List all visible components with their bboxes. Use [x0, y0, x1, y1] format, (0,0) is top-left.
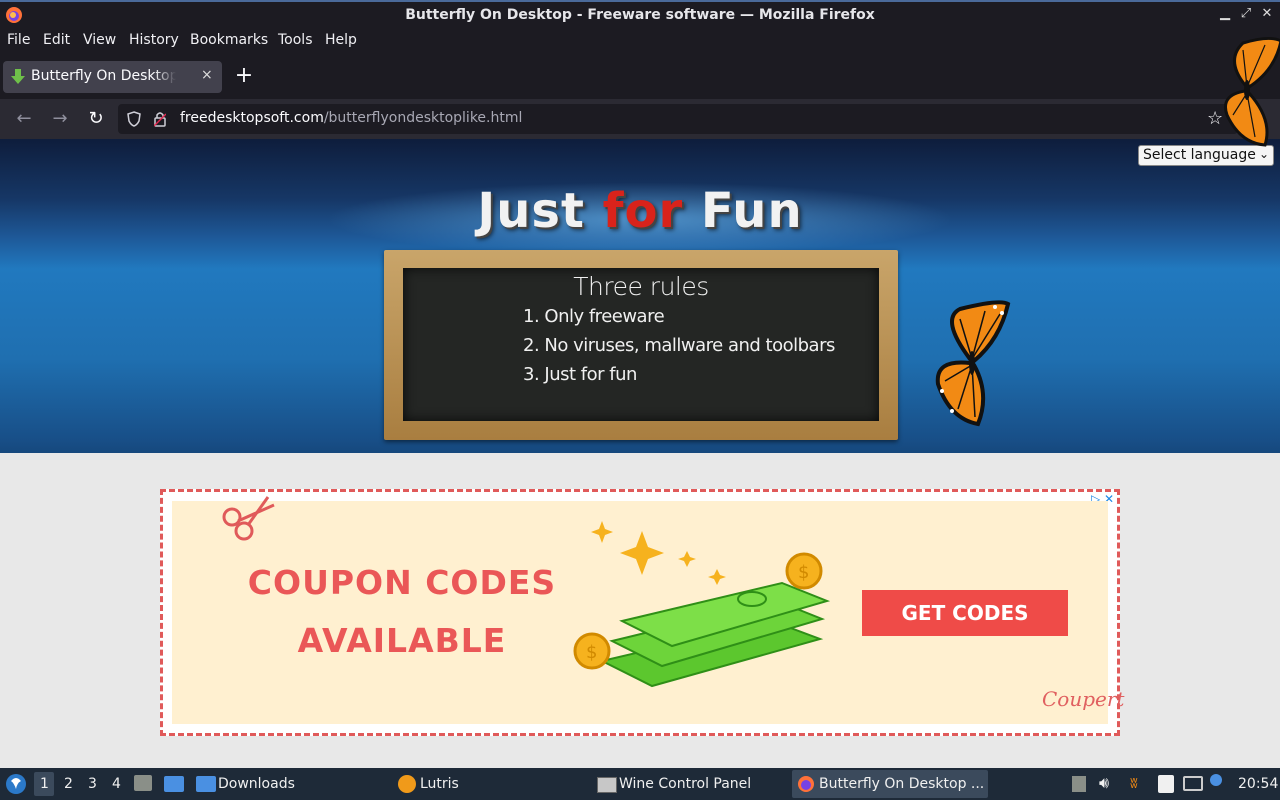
taskbar-item-firefox[interactable]: Butterfly On Desktop ... — [792, 770, 988, 798]
clipboard-icon[interactable] — [1072, 776, 1086, 792]
download-favicon-icon — [11, 69, 25, 84]
notes-icon[interactable] — [1158, 775, 1174, 793]
forward-icon[interactable]: → — [50, 109, 70, 129]
rule-item: 2. No viruses, mallware and toolbars — [523, 335, 835, 356]
insecure-lock-icon[interactable] — [154, 111, 166, 127]
coupon-advertisement[interactable]: ▷ ✕ COUPON CODES AVAILABLE $ $ GET CODES… — [160, 489, 1124, 736]
chalkboard: Three rules 1. Only freeware 2. No virus… — [384, 250, 898, 440]
chalkboard-surface: Three rules 1. Only freeware 2. No virus… — [403, 268, 879, 421]
butterfly-tray-icon[interactable]: ʬ — [1130, 774, 1138, 792]
window-title: Butterfly On Desktop - Freeware software… — [405, 7, 875, 23]
close-icon[interactable]: ✕ — [1259, 6, 1275, 22]
ad-headline-2: AVAILABLE — [297, 621, 507, 660]
workspace-1-label: 1 — [40, 776, 49, 792]
lutris-icon — [398, 775, 416, 793]
tracking-shield-icon[interactable] — [127, 111, 141, 127]
hero-title-just: Just — [477, 183, 603, 239]
minimize-icon[interactable]: ▁ — [1217, 6, 1233, 22]
file-manager-launcher-icon[interactable] — [134, 775, 152, 791]
workspace-1[interactable]: 1 — [34, 772, 54, 796]
hero-title-for: for — [602, 183, 684, 239]
volume-icon[interactable]: 🔊︎ — [1099, 773, 1109, 793]
tab-close-icon[interactable]: × — [201, 67, 213, 83]
ad-headline-1: COUPON CODES — [247, 563, 557, 602]
menu-tools[interactable]: Tools — [278, 32, 313, 48]
butterfly-image — [935, 300, 1011, 427]
taskbar-item-label: Downloads — [218, 776, 295, 792]
folder-icon — [196, 776, 216, 792]
url-path: /butterflyondesktoplike.html — [323, 110, 523, 126]
taskbar-item-downloads[interactable]: Downloads — [194, 770, 384, 798]
taskbar-item-label: Wine Control Panel — [619, 776, 752, 792]
svg-text:$: $ — [586, 642, 597, 663]
workspace-3[interactable]: 3 — [88, 776, 97, 792]
ad-content: COUPON CODES AVAILABLE $ $ GET CODES Cou… — [172, 496, 1124, 724]
app-menu-icon[interactable] — [5, 773, 27, 795]
hero-banner: Just for Fun Three rules 1. Only freewar… — [0, 139, 1280, 453]
notification-icon[interactable] — [1210, 774, 1222, 786]
window-titlebar: Butterfly On Desktop - Freeware software… — [0, 0, 1280, 29]
tab-butterfly[interactable]: Butterfly On Desktop - Freeware software… — [3, 61, 222, 93]
menu-edit[interactable]: Edit — [43, 32, 70, 48]
menu-file[interactable]: File — [7, 32, 30, 48]
taskbar-item-label: Lutris — [420, 776, 459, 792]
menu-history[interactable]: History — [129, 32, 179, 48]
workspace-4[interactable]: 4 — [112, 776, 121, 792]
url-text[interactable]: freedesktopsoft.com/butterflyondesktopli… — [180, 110, 522, 126]
reload-icon[interactable]: ↻ — [86, 109, 106, 129]
scissors-icon — [222, 496, 275, 541]
hero-title-fun: Fun — [683, 183, 803, 239]
desktop-launcher-icon[interactable] — [164, 776, 184, 792]
url-host: freedesktopsoft.com — [180, 110, 324, 126]
taskbar-item-wine-control-panel[interactable]: Wine Control Panel — [595, 770, 785, 798]
clock[interactable]: 20:54 — [1238, 776, 1278, 792]
network-icon[interactable] — [1183, 776, 1203, 791]
hero-title: Just for Fun — [0, 183, 1280, 239]
taskbar: 1 2 3 4 Downloads Lutris Wine Control Pa… — [0, 768, 1280, 800]
maximize-icon[interactable]: ⤢ — [1238, 6, 1254, 22]
menu-view[interactable]: View — [83, 32, 116, 48]
get-codes-button[interactable]: GET CODES — [862, 590, 1068, 636]
menu-bookmarks[interactable]: Bookmarks — [190, 32, 268, 48]
tab-label: Butterfly On Desktop - Freeware software — [31, 68, 176, 84]
taskbar-item-label: Butterfly On Desktop ... — [819, 776, 985, 792]
new-tab-button[interactable]: + — [232, 64, 256, 88]
rule-item: 3. Just for fun — [523, 364, 637, 385]
desktop-butterfly-image — [1224, 36, 1280, 147]
back-icon[interactable]: ← — [14, 109, 34, 129]
coupert-logo: Coupert — [1042, 687, 1125, 711]
menu-help[interactable]: Help — [325, 32, 357, 48]
chalkboard-title: Three rules — [573, 272, 709, 301]
url-bar[interactable]: freedesktopsoft.com/butterflyondesktopli… — [118, 104, 1238, 134]
money-stack-illustration: $ $ — [573, 521, 831, 688]
firefox-icon — [798, 776, 814, 792]
svg-text:$: $ — [798, 562, 809, 583]
web-page: Just for Fun Three rules 1. Only freewar… — [0, 139, 1280, 768]
taskbar-item-lutris[interactable]: Lutris — [396, 770, 586, 798]
workspace-2[interactable]: 2 — [64, 776, 73, 792]
wine-control-panel-icon — [597, 777, 617, 793]
rule-item: 1. Only freeware — [523, 306, 665, 327]
menu-bar: File Edit View History Bookmarks Tools H… — [0, 29, 1280, 53]
